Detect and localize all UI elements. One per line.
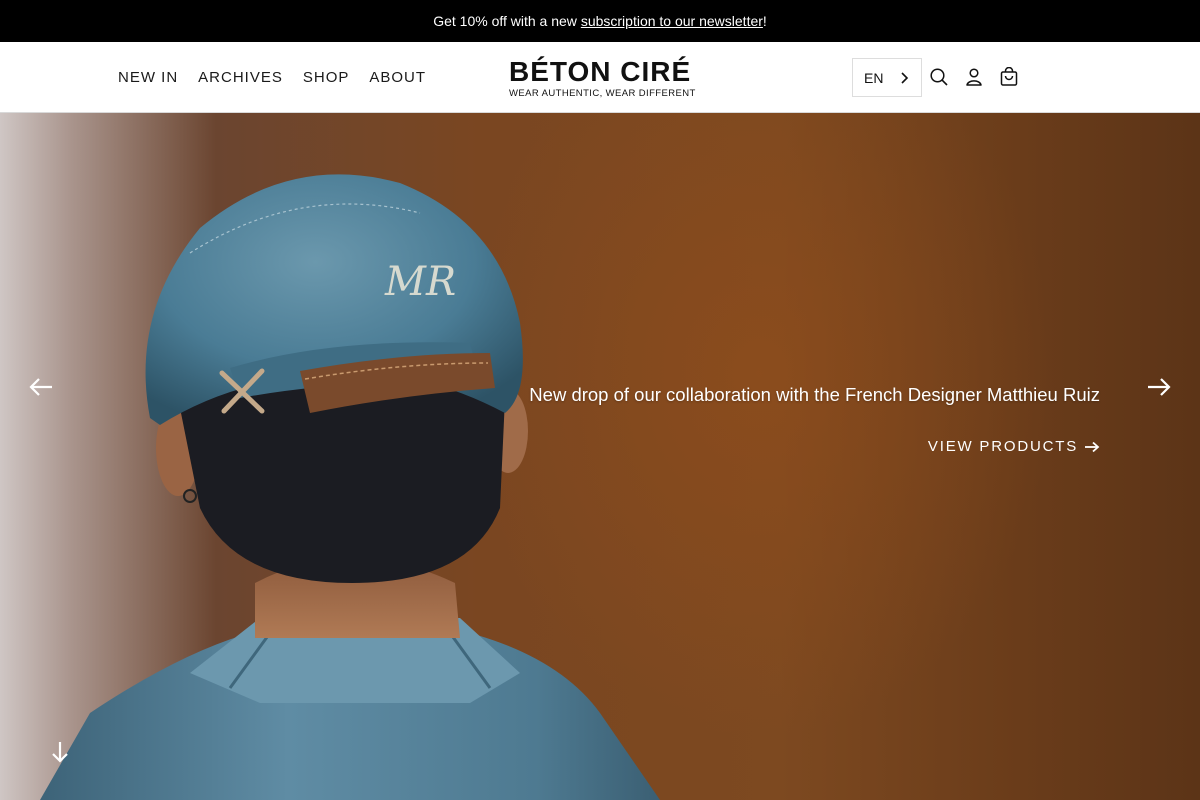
hero-caption: New drop of our collaboration with the F… xyxy=(529,384,1100,405)
arrow-down-icon[interactable] xyxy=(50,740,70,764)
svg-text:MR: MR xyxy=(384,259,456,305)
site-header: NEW IN ARCHIVES SHOP ABOUT BÉTON CIRÉ WE… xyxy=(0,42,1200,113)
hero-image: MR xyxy=(40,174,660,800)
arrow-right-icon[interactable] xyxy=(1146,375,1172,399)
hero-banner: MR New drop of our collaboration with th… xyxy=(0,113,1200,800)
chevron-right-icon xyxy=(901,72,909,84)
main-nav: NEW IN ARCHIVES SHOP ABOUT xyxy=(118,42,446,112)
view-products-link[interactable]: VIEW PRODUCTS xyxy=(928,438,1100,455)
language-label: EN xyxy=(864,69,884,86)
logo-title: BÉTON CIRÉ xyxy=(509,56,692,87)
search-icon[interactable] xyxy=(929,67,949,87)
nav-item-shop[interactable]: SHOP xyxy=(303,69,350,86)
cart-icon[interactable] xyxy=(999,67,1019,87)
nav-item-new-in[interactable]: NEW IN xyxy=(118,69,178,86)
language-selector[interactable]: EN xyxy=(852,58,922,97)
newsletter-link[interactable]: subscription to our newsletter xyxy=(581,13,763,29)
view-products-label: VIEW PRODUCTS xyxy=(927,438,1078,455)
arrow-left-icon[interactable] xyxy=(28,375,54,399)
announcement-text: Get 10% off with a new xyxy=(433,13,581,29)
announcement-bar: Get 10% off with a new subscription to o… xyxy=(0,0,1200,42)
account-icon[interactable] xyxy=(964,67,984,87)
nav-item-archives[interactable]: ARCHIVES xyxy=(198,69,283,86)
nav-item-about[interactable]: ABOUT xyxy=(369,69,426,86)
site-logo[interactable]: BÉTON CIRÉ WEAR AUTHENTIC, WEAR DIFFEREN… xyxy=(509,56,696,100)
announcement-suffix: ! xyxy=(762,13,767,29)
arrow-right-small-icon xyxy=(1085,441,1100,452)
logo-tagline: WEAR AUTHENTIC, WEAR DIFFERENT xyxy=(509,88,696,99)
